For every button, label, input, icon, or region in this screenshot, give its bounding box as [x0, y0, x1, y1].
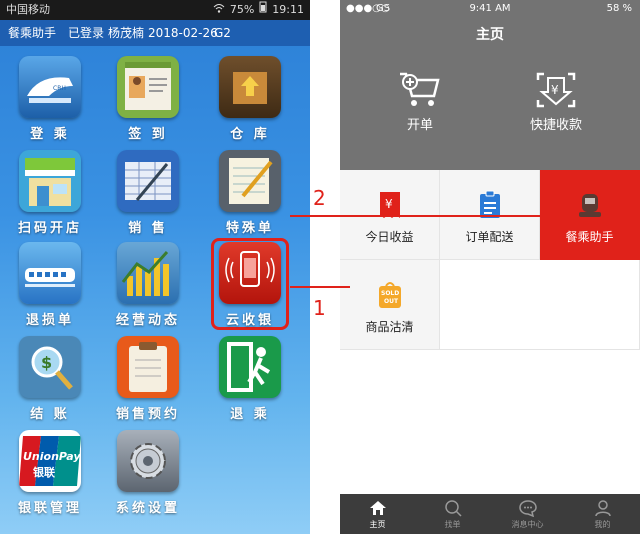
- home-icon: [369, 501, 386, 515]
- svg-text:SOLD: SOLD: [381, 290, 399, 297]
- grid-item-sales-reservation[interactable]: 销售预约: [108, 336, 188, 422]
- grid-item-return-loss[interactable]: 退损单: [10, 242, 90, 328]
- quick-payment-button[interactable]: ¥ 快捷收款: [506, 70, 606, 133]
- grid-item-business-trends[interactable]: 经营动态: [108, 242, 188, 328]
- carrier-label: 中国移动: [6, 3, 50, 16]
- unionpay-icon: UnionPay 银联: [19, 430, 81, 492]
- grid-item-sales[interactable]: 销 售: [108, 150, 188, 236]
- sales-ledger-icon: [117, 150, 179, 212]
- callout-number-2: 2: [313, 186, 326, 210]
- grid-item-warehouse[interactable]: 仓 库: [210, 56, 290, 142]
- empty-cell: [440, 260, 640, 350]
- left-phone-screen: 中国移动 75% 19:11 餐乘助手 已登录 杨茂楠 2018-02-26 G…: [0, 0, 310, 534]
- svg-text:¥: ¥: [551, 83, 559, 97]
- cart-add-icon: [398, 72, 442, 114]
- battery-icon: [259, 0, 267, 20]
- gear-icon: [117, 430, 179, 492]
- notepad-icon: [219, 150, 281, 212]
- tab-profile[interactable]: 我的: [565, 494, 640, 534]
- shop-icon: [19, 150, 81, 212]
- bottom-tab-bar: 主页 找单 消息中心 我的: [340, 494, 640, 534]
- grid-item-signin[interactable]: 签 到: [108, 56, 188, 142]
- grid-item-unionpay[interactable]: UnionPay 银联 银联管理: [10, 430, 90, 516]
- header-date: 2018-02-26: [148, 26, 218, 40]
- app-header: 餐乘助手 已登录 杨茂楠 2018-02-26 G2: [0, 20, 310, 46]
- search-icon: [444, 500, 462, 517]
- status-time: 19:11: [272, 3, 304, 16]
- app-name: 餐乘助手: [8, 26, 57, 40]
- grid-item-scan-open-shop[interactable]: 扫码开店: [10, 150, 90, 236]
- train-icon: CRH: [19, 56, 81, 118]
- tab-messages[interactable]: 消息中心: [490, 494, 565, 534]
- train-assistant-icon: [579, 194, 601, 217]
- tab-find-order[interactable]: 找单: [415, 494, 490, 534]
- clipboard-icon: [117, 336, 179, 398]
- svg-text:$: $: [41, 353, 52, 372]
- battery-percent: 58 %: [606, 3, 632, 14]
- page-title: 主页: [476, 27, 504, 43]
- svg-text:¥: ¥: [385, 197, 393, 211]
- train-return-icon: [19, 242, 81, 304]
- sold-out-icon: SOLDOUT: [379, 282, 401, 308]
- grid-item-cloud-cashier[interactable]: 云收银: [210, 242, 290, 328]
- warehouse-box-icon: [219, 56, 281, 118]
- callout-number-1: 1: [313, 296, 326, 320]
- top-header-panel: ●●●○○ GS 9:41 AM 58 % 主页 开单 ¥ 快捷收款: [340, 0, 640, 170]
- user-name: 杨茂楠: [108, 26, 145, 40]
- message-icon: [518, 500, 537, 517]
- android-status-bar: 中国移动 75% 19:11: [0, 0, 310, 20]
- cell-dining-assistant[interactable]: 餐乘助手: [540, 170, 640, 260]
- wifi-icon: [213, 0, 225, 20]
- callout-line-2: [290, 215, 540, 217]
- grid-item-system-settings[interactable]: 系统设置: [108, 430, 188, 516]
- ios-status-bar: ●●●○○ GS 9:41 AM 58 %: [340, 0, 640, 18]
- status-time: 9:41 AM: [469, 3, 511, 14]
- yen-download-icon: ¥: [534, 72, 578, 114]
- profile-icon: [594, 500, 611, 517]
- content-empty-area: [340, 350, 640, 494]
- cloud-cashier-icon: [219, 242, 281, 304]
- open-order-button[interactable]: 开单: [370, 70, 470, 133]
- bar-chart-icon: [117, 242, 179, 304]
- magnifier-dollar-icon: $: [19, 336, 81, 398]
- grid-item-leave-train[interactable]: 退 乘: [210, 336, 290, 422]
- train-number: G2: [214, 26, 231, 40]
- grid-item-special-order[interactable]: 特殊单: [210, 150, 290, 236]
- grid-item-checkout[interactable]: $ 结 账: [10, 336, 90, 422]
- exit-icon: [219, 336, 281, 398]
- svg-text:OUT: OUT: [384, 298, 399, 305]
- svg-text:银联: 银联: [33, 465, 55, 479]
- grid-item-boarding[interactable]: CRH 登 乘: [10, 56, 90, 142]
- svg-text:CRH: CRH: [53, 85, 66, 92]
- cell-sold-out[interactable]: SOLD OUT 商品沽清: [340, 260, 440, 350]
- login-status: 已登录: [68, 26, 105, 40]
- right-phone-screen: ●●●○○ GS 9:41 AM 58 % 主页 开单 ¥ 快捷收款 ¥ 今日收…: [340, 0, 640, 534]
- svg-text:UnionPay: UnionPay: [23, 450, 81, 463]
- battery-percent: 75%: [229, 3, 255, 16]
- callout-line-1: [290, 286, 350, 288]
- contact-card-icon: [117, 56, 179, 118]
- tab-home[interactable]: 主页: [340, 494, 415, 534]
